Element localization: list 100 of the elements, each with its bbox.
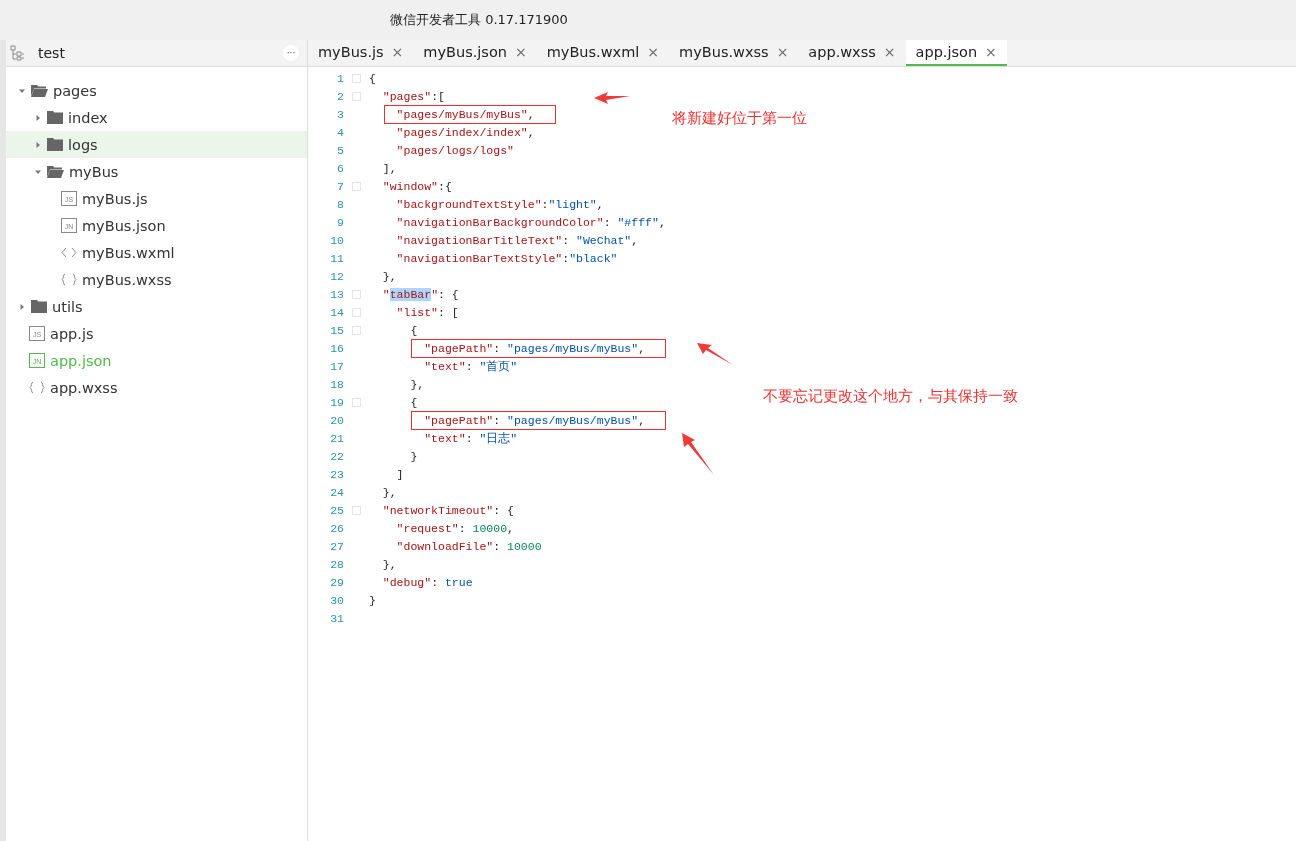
tree-row[interactable]: logs	[6, 131, 307, 158]
file-tab[interactable]: myBus.wxss ×	[669, 40, 799, 66]
code-text: "navigationBarBackgroundColor": "#fff",	[396, 215, 666, 229]
fold-marker-icon[interactable]	[352, 307, 361, 317]
line-number: 26	[329, 521, 344, 535]
code-text: "navigationBarTextStyle":"black"	[396, 251, 618, 265]
open-folder-icon	[47, 165, 64, 178]
line-number: 28	[329, 557, 344, 571]
file-name: pages	[53, 82, 97, 99]
code-text: "list": [	[396, 305, 459, 319]
line-number: 12	[329, 269, 344, 283]
line-number: 6	[336, 161, 344, 175]
line-number: 18	[329, 377, 344, 391]
code-text: },	[382, 557, 397, 571]
annotation-note: 将新建好位于第一位	[672, 109, 807, 128]
angle-brackets-icon	[61, 247, 77, 258]
fold-marker-icon[interactable]	[352, 91, 361, 101]
tree-row[interactable]: myBus.wxss	[6, 266, 307, 293]
tree-row[interactable]: app.wxss	[6, 374, 307, 401]
folder-icon	[31, 300, 47, 313]
line-number: 24	[329, 485, 344, 499]
close-icon[interactable]: ×	[647, 44, 660, 60]
close-icon[interactable]: ×	[391, 44, 404, 60]
folder-icon	[47, 111, 63, 124]
line-number: 4	[336, 125, 344, 139]
close-icon[interactable]: ×	[985, 44, 997, 60]
tree-view-icon[interactable]	[10, 45, 24, 61]
file-name: app.json	[50, 352, 112, 369]
code-text: }	[369, 593, 376, 607]
close-icon[interactable]: ×	[515, 44, 527, 60]
fold-marker-icon[interactable]	[352, 289, 361, 299]
fold-marker-icon[interactable]	[352, 397, 361, 407]
code-text: "pages":[	[382, 89, 445, 103]
line-number: 15	[329, 323, 344, 337]
line-number: 20	[329, 413, 344, 427]
file-name: myBus.wxml	[82, 244, 175, 261]
line-number: 13	[329, 287, 344, 301]
project-name: test	[38, 45, 66, 61]
code-text: "pagePath": "pages/myBus/myBus",	[424, 341, 646, 355]
file-name: myBus	[69, 163, 119, 180]
fold-marker-icon[interactable]	[352, 181, 361, 191]
code-text: },	[382, 269, 397, 283]
line-number: 22	[329, 449, 344, 463]
code-text: "window":{	[382, 179, 452, 193]
file-tab[interactable]: app.wxss ×	[798, 40, 906, 66]
file-name: utils	[52, 298, 83, 315]
tree-row[interactable]: myBus.wxml	[6, 239, 307, 266]
file-name: app.js	[50, 325, 94, 342]
arrow	[594, 92, 630, 104]
curly-braces-icon	[29, 381, 45, 394]
line-number: 27	[329, 539, 344, 553]
file-tab[interactable]: myBus.js ×	[308, 40, 414, 66]
line-number: 17	[329, 359, 344, 373]
line-number: 23	[329, 467, 344, 481]
file-tab[interactable]: app.json ×	[905, 40, 1007, 66]
tree-row[interactable]: myBus	[6, 158, 307, 185]
file-name: app.wxss	[50, 379, 118, 396]
code-text: "networkTimeout": {	[382, 503, 514, 517]
caret-right-icon[interactable]	[34, 140, 42, 149]
more-button[interactable]: ···	[283, 45, 299, 61]
line-number: 16	[329, 341, 344, 355]
code-text: ],	[382, 161, 397, 175]
fold-marker-icon[interactable]	[352, 73, 361, 83]
code-text: }	[410, 449, 418, 463]
code-text: "pagePath": "pages/myBus/myBus",	[424, 413, 646, 427]
fold-marker-icon[interactable]	[352, 505, 361, 515]
line-number: 9	[336, 215, 344, 229]
line-number: 3	[336, 107, 344, 121]
file-name: myBus.json	[82, 217, 166, 234]
file-name: myBus.wxss	[82, 271, 172, 288]
close-icon[interactable]: ×	[883, 44, 896, 60]
arrow	[682, 433, 714, 475]
line-number: 14	[329, 305, 344, 319]
close-icon[interactable]: ×	[776, 44, 789, 60]
line-number: 8	[336, 197, 344, 211]
code-text: },	[410, 377, 425, 391]
tree-row[interactable]: utils	[6, 293, 307, 320]
arrow	[697, 343, 733, 365]
line-number: 25	[329, 503, 344, 517]
tree-row[interactable]: index	[6, 104, 307, 131]
code-text: "debug": true	[382, 575, 473, 589]
caret-right-icon[interactable]	[18, 302, 26, 311]
folder-icon	[47, 138, 63, 151]
file-tab[interactable]: myBus.json ×	[413, 40, 537, 66]
fold-marker-icon[interactable]	[352, 325, 361, 335]
caret-right-icon[interactable]	[34, 113, 42, 122]
code-text: ]	[396, 467, 404, 481]
code-text: "text": "首页"	[424, 358, 518, 374]
code-text: "downloadFile": 10000	[396, 539, 542, 553]
file-tab[interactable]: myBus.wxml ×	[536, 40, 670, 66]
code-text: {	[369, 71, 376, 85]
code-text: },	[382, 485, 397, 499]
open-folder-icon	[31, 84, 48, 97]
line-number: 29	[329, 575, 344, 589]
annotation-note: 不要忘记更改这个地方，与其保持一致	[763, 387, 1018, 406]
code-text: "text": "日志"	[424, 430, 518, 446]
line-number: 7	[336, 179, 344, 193]
tree-row[interactable]: pages	[6, 77, 307, 104]
code-text: "tabBar": {	[382, 287, 459, 301]
line-number: 10	[329, 233, 344, 247]
